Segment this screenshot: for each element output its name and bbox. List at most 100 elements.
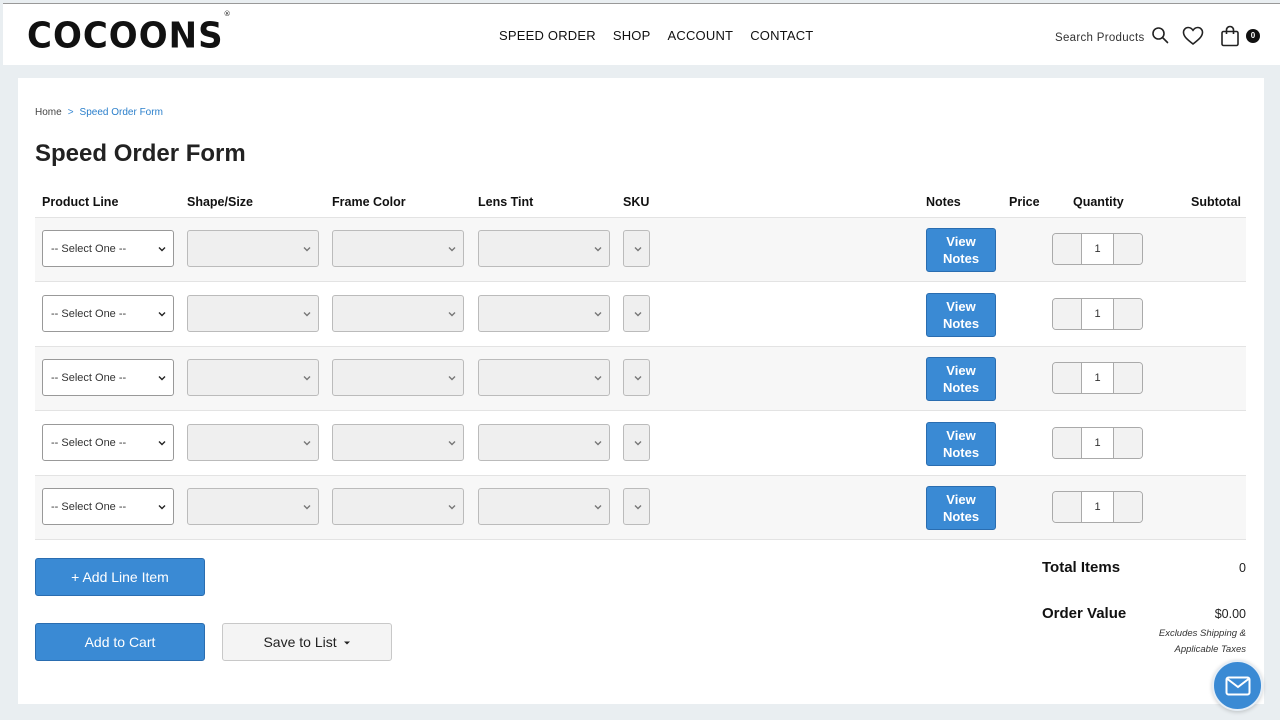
quantity-increase-button[interactable] (1113, 234, 1142, 264)
search-products[interactable]: Search Products (1055, 26, 1169, 49)
total-items-label: Total Items (1042, 559, 1121, 576)
frame-color-select[interactable] (332, 359, 464, 396)
view-notes-button[interactable]: View Notes (926, 293, 996, 337)
product-line-select[interactable]: -- Select One -- (42, 295, 174, 332)
col-notes: Notes (926, 195, 961, 209)
breadcrumb-current[interactable]: Speed Order Form (80, 107, 163, 118)
quantity-decrease-button[interactable] (1053, 234, 1082, 264)
quantity-stepper[interactable]: 1 (1052, 298, 1143, 330)
product-line-select[interactable]: -- Select One -- (42, 488, 174, 525)
col-product-line: Product Line (42, 195, 119, 209)
chevron-down-icon (634, 247, 642, 252)
quantity-increase-button[interactable] (1113, 428, 1142, 458)
quantity-stepper[interactable]: 1 (1052, 233, 1143, 265)
quantity-input[interactable]: 1 (1082, 363, 1113, 393)
add-line-item-button[interactable]: + Add Line Item (35, 558, 205, 596)
view-notes-button[interactable]: View Notes (926, 422, 996, 466)
chevron-down-icon (303, 376, 311, 381)
view-notes-button[interactable]: View Notes (926, 228, 996, 272)
main-nav: SPEED ORDER SHOP ACCOUNT CONTACT (499, 28, 813, 43)
shape-size-select[interactable] (187, 424, 319, 461)
sku-select[interactable] (623, 488, 650, 525)
logo[interactable]: COCOONS® (27, 9, 231, 57)
save-to-list-label: Save to List (263, 634, 337, 650)
chevron-down-icon (303, 441, 311, 446)
lens-tint-select[interactable] (478, 295, 610, 332)
quantity-decrease-button[interactable] (1053, 492, 1082, 522)
add-to-cart-button[interactable]: Add to Cart (35, 623, 205, 661)
quantity-decrease-button[interactable] (1053, 363, 1082, 393)
quantity-input[interactable]: 1 (1082, 299, 1113, 329)
shape-size-select[interactable] (187, 359, 319, 396)
caret-down-icon (343, 641, 350, 645)
table-row: -- Select One -- View Notes 1 (35, 218, 1246, 282)
search-icon[interactable] (1151, 26, 1169, 49)
table-row: -- Select One -- View Notes 1 (35, 347, 1246, 411)
product-line-select[interactable]: -- Select One -- (42, 230, 174, 267)
lens-tint-select[interactable] (478, 488, 610, 525)
quantity-decrease-button[interactable] (1053, 428, 1082, 458)
breadcrumb-home[interactable]: Home (35, 107, 62, 118)
save-to-list-button[interactable]: Save to List (222, 623, 392, 661)
lens-tint-select[interactable] (478, 424, 610, 461)
shape-size-select[interactable] (187, 488, 319, 525)
frame-color-select[interactable] (332, 230, 464, 267)
lens-tint-select[interactable] (478, 359, 610, 396)
table-row: -- Select One -- View Notes 1 (35, 412, 1246, 476)
breadcrumb: Home > Speed Order Form (35, 107, 163, 118)
col-sku: SKU (623, 195, 650, 209)
sku-select[interactable] (623, 424, 650, 461)
nav-shop[interactable]: SHOP (613, 28, 651, 43)
col-quantity: Quantity (1073, 195, 1124, 209)
chevron-down-icon (594, 505, 602, 510)
chevron-down-icon (594, 376, 602, 381)
quantity-decrease-button[interactable] (1053, 299, 1082, 329)
frame-color-select[interactable] (332, 295, 464, 332)
sku-select[interactable] (623, 359, 650, 396)
chevron-down-icon (303, 312, 311, 317)
shape-size-select[interactable] (187, 295, 319, 332)
product-line-select[interactable]: -- Select One -- (42, 359, 174, 396)
view-notes-button[interactable]: View Notes (926, 486, 996, 530)
view-notes-button[interactable]: View Notes (926, 357, 996, 401)
chevron-down-icon (158, 376, 166, 381)
chat-button[interactable] (1212, 660, 1263, 711)
cart-icon[interactable] (1218, 24, 1242, 48)
quantity-stepper[interactable]: 1 (1052, 491, 1143, 523)
quantity-input[interactable]: 1 (1082, 492, 1113, 522)
quantity-increase-button[interactable] (1113, 299, 1142, 329)
sku-select[interactable] (623, 295, 650, 332)
quantity-input[interactable]: 1 (1082, 234, 1113, 264)
chevron-down-icon (448, 505, 456, 510)
chevron-down-icon (634, 505, 642, 510)
quantity-increase-button[interactable] (1113, 492, 1142, 522)
col-lens-tint: Lens Tint (478, 195, 534, 209)
product-line-select[interactable]: -- Select One -- (42, 424, 174, 461)
chevron-down-icon (158, 312, 166, 317)
breadcrumb-separator: > (67, 107, 74, 118)
nav-account[interactable]: ACCOUNT (668, 28, 734, 43)
order-value-amount: $0.00 (1214, 607, 1246, 621)
chevron-down-icon (158, 505, 166, 510)
nav-contact[interactable]: CONTACT (750, 28, 813, 43)
quantity-increase-button[interactable] (1113, 363, 1142, 393)
lens-tint-select[interactable] (478, 230, 610, 267)
shape-size-select[interactable] (187, 230, 319, 267)
frame-color-select[interactable] (332, 424, 464, 461)
col-shape-size: Shape/Size (187, 195, 253, 209)
cart-count-badge: 0 (1246, 29, 1260, 43)
table-header: Product Line Shape/Size Frame Color Lens… (35, 188, 1246, 218)
chevron-down-icon (448, 247, 456, 252)
frame-color-select[interactable] (332, 488, 464, 525)
search-label[interactable]: Search Products (1055, 32, 1145, 44)
col-frame-color: Frame Color (332, 195, 406, 209)
nav-speed-order[interactable]: SPEED ORDER (499, 28, 596, 43)
heart-icon[interactable] (1181, 24, 1205, 48)
quantity-stepper[interactable]: 1 (1052, 427, 1143, 459)
chevron-down-icon (448, 441, 456, 446)
quantity-stepper[interactable]: 1 (1052, 362, 1143, 394)
chevron-down-icon (158, 441, 166, 446)
col-subtotal: Subtotal (1191, 195, 1241, 209)
sku-select[interactable] (623, 230, 650, 267)
quantity-input[interactable]: 1 (1082, 428, 1113, 458)
